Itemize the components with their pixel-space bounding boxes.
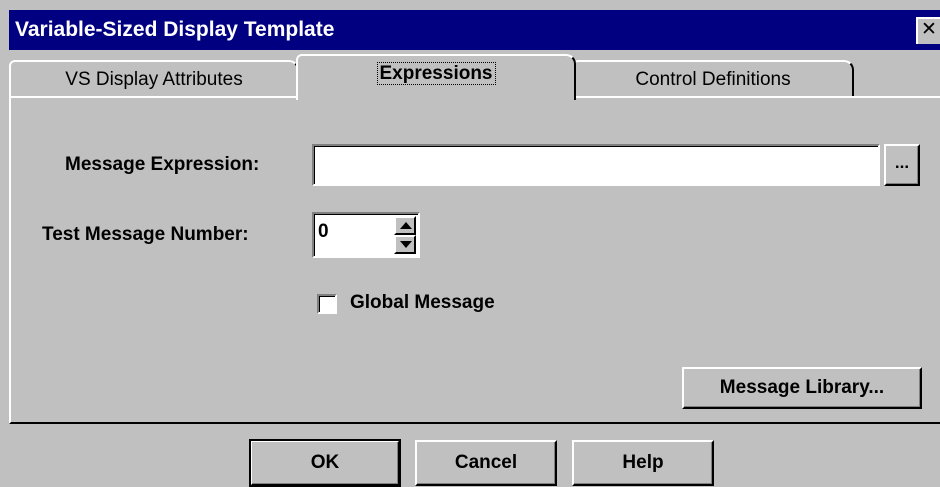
tab-label: VS Display Attributes: [65, 69, 243, 90]
number-spinner[interactable]: [394, 216, 416, 254]
test-message-number-value: 0: [318, 221, 329, 242]
message-library-button[interactable]: Message Library...: [682, 367, 922, 409]
help-button[interactable]: Help: [572, 440, 714, 486]
close-button[interactable]: ✕: [916, 17, 940, 44]
ok-label: OK: [310, 452, 340, 473]
message-expression-input[interactable]: [312, 144, 880, 186]
tab-control-definitions[interactable]: Control Definitions: [572, 60, 854, 100]
tab-vs-display-attributes[interactable]: VS Display Attributes: [9, 60, 299, 100]
spin-up-button[interactable]: [394, 216, 416, 235]
test-message-number-label: Test Message Number:: [42, 224, 249, 245]
dialog-window: Variable-Sized Display Template ✕ VS Dis…: [0, 0, 940, 487]
tab-label: Control Definitions: [635, 69, 791, 90]
browse-button[interactable]: ...: [884, 144, 920, 186]
help-label: Help: [622, 452, 664, 473]
ellipsis-icon: ...: [894, 153, 910, 172]
ok-button[interactable]: OK: [249, 439, 401, 487]
global-message-label[interactable]: Global Message: [350, 292, 495, 314]
close-icon: ✕: [921, 19, 937, 40]
cancel-label: Cancel: [454, 452, 518, 473]
tab-label: Expressions: [376, 62, 496, 85]
title-bar[interactable]: Variable-Sized Display Template: [9, 10, 940, 50]
arrow-up-icon: [400, 222, 412, 229]
cancel-button[interactable]: Cancel: [415, 440, 557, 486]
message-library-label: Message Library...: [719, 377, 885, 398]
global-message-checkbox[interactable]: [317, 294, 337, 314]
arrow-down-icon: [400, 241, 412, 248]
message-expression-label: Message Expression:: [65, 154, 260, 175]
tab-expressions[interactable]: Expressions: [296, 54, 576, 100]
window-title: Variable-Sized Display Template: [15, 18, 335, 41]
spin-down-button[interactable]: [394, 235, 416, 254]
